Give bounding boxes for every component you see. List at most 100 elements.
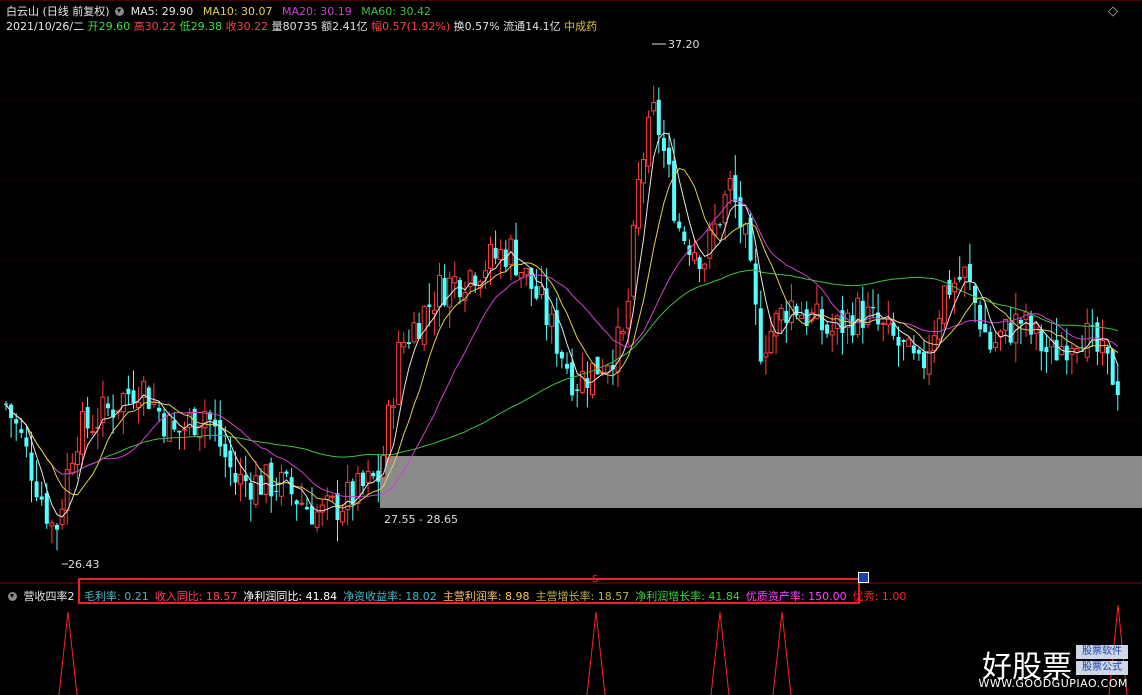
quote-line: 2021/10/26/二 开29.60 高30.22 低29.38 收30.22… <box>6 18 597 34</box>
candle-body <box>549 313 555 327</box>
candle-body <box>1105 346 1110 354</box>
indicator-name[interactable]: 营收四率2 <box>24 590 75 603</box>
stock-header: 白云山 (日线 前复权) MA5: 29.90 MA10: 30.07 MA20… <box>6 3 431 19</box>
candle-body <box>1044 346 1049 353</box>
candle-body <box>916 349 921 354</box>
candle-body <box>85 407 90 429</box>
candle-body <box>238 474 244 485</box>
candle-body <box>365 470 371 484</box>
candle-body <box>120 393 126 413</box>
adjust-mode[interactable]: (日线 前复权) <box>43 5 110 18</box>
candle-body <box>80 411 85 455</box>
candle-body <box>106 403 110 409</box>
candle-body <box>482 270 488 279</box>
amount: 额2.41亿 <box>321 20 368 33</box>
candle-body <box>452 276 458 284</box>
candle-body <box>687 245 692 255</box>
ma5-label: MA5: 29.90 <box>130 5 194 18</box>
candle-body <box>967 264 972 283</box>
candle-body <box>641 159 646 184</box>
candle-body <box>718 224 722 226</box>
date: 2021/10/26/二 <box>6 20 85 33</box>
sector[interactable]: 中成药 <box>564 20 597 33</box>
candle-body <box>253 475 259 505</box>
candle-body <box>324 495 330 500</box>
candle-body <box>988 331 993 350</box>
candle-body <box>778 307 784 321</box>
candle-body <box>457 280 462 298</box>
candle-body <box>437 274 442 308</box>
open-price: 开29.60 <box>87 20 131 33</box>
candle-body <box>523 267 529 276</box>
float-cap: 流通14.1亿 <box>503 20 561 33</box>
ma20-label: MA20: 30.19 <box>282 5 352 18</box>
candle-body <box>936 318 942 340</box>
candle-body <box>1074 348 1080 353</box>
watermark-url: WWW.GOODGUPIAO.COM <box>978 677 1128 690</box>
candle-body <box>421 306 427 345</box>
candle-body <box>677 221 682 229</box>
candle-body <box>371 472 376 477</box>
candle-body <box>49 522 55 527</box>
candle-body <box>992 342 998 349</box>
candle-body <box>39 496 44 500</box>
candle-body <box>1064 345 1069 361</box>
candle-body <box>906 338 912 347</box>
candle-body <box>304 506 309 510</box>
candle-body <box>411 322 417 343</box>
candle-body <box>667 147 671 165</box>
min-price-label: 26.43 <box>68 558 100 571</box>
candle-body <box>1033 323 1039 334</box>
candle-body <box>630 224 636 297</box>
candle-body <box>727 177 733 191</box>
candle-body <box>299 502 305 505</box>
candle-body <box>157 407 161 412</box>
candle-body <box>294 500 299 505</box>
candle-body <box>753 263 758 305</box>
candle-body <box>90 431 96 434</box>
low-price: 低29.38 <box>179 20 223 33</box>
candle-body <box>361 472 365 486</box>
dropdown-icon[interactable] <box>115 7 125 16</box>
candle-body <box>498 249 504 261</box>
candle-body <box>743 223 748 235</box>
candle-body <box>962 266 968 278</box>
candle-body <box>534 286 539 299</box>
candle-body <box>758 308 763 362</box>
candle-body <box>182 428 187 431</box>
candle-body <box>202 410 208 429</box>
candle-body <box>243 475 248 482</box>
candle-body <box>834 315 840 330</box>
candle-body <box>34 481 39 498</box>
candle-body <box>44 493 49 524</box>
candle-body <box>880 322 886 325</box>
candle-body <box>651 102 657 112</box>
candle-body <box>431 309 437 315</box>
candle-body <box>310 506 314 525</box>
candle-body <box>672 160 677 221</box>
candle-body <box>682 231 687 242</box>
candle-body <box>14 419 19 424</box>
candle-body <box>620 330 626 335</box>
candle-body <box>55 524 59 530</box>
candle-body <box>784 310 789 323</box>
indicator-dropdown-icon[interactable] <box>8 592 17 601</box>
candle-body <box>284 471 289 474</box>
candle-body <box>702 263 708 270</box>
watermark-tag-software: 股票软件 <box>1076 645 1128 659</box>
candle-body <box>24 437 29 447</box>
candle-body <box>871 307 875 309</box>
candle-body <box>733 175 738 203</box>
candle-body <box>218 420 223 447</box>
high-price: 高30.22 <box>133 20 177 33</box>
candle-body <box>1054 339 1059 361</box>
candle-body <box>406 342 411 344</box>
candle-body <box>1039 330 1044 352</box>
candle-body <box>228 450 233 468</box>
stock-name[interactable]: 白云山 <box>6 5 39 18</box>
candle-body <box>131 390 136 403</box>
candle-body <box>635 179 641 229</box>
settings-diamond-icon[interactable]: ◇ <box>1108 4 1118 19</box>
candle-body <box>19 429 24 433</box>
candle-body <box>763 352 769 358</box>
